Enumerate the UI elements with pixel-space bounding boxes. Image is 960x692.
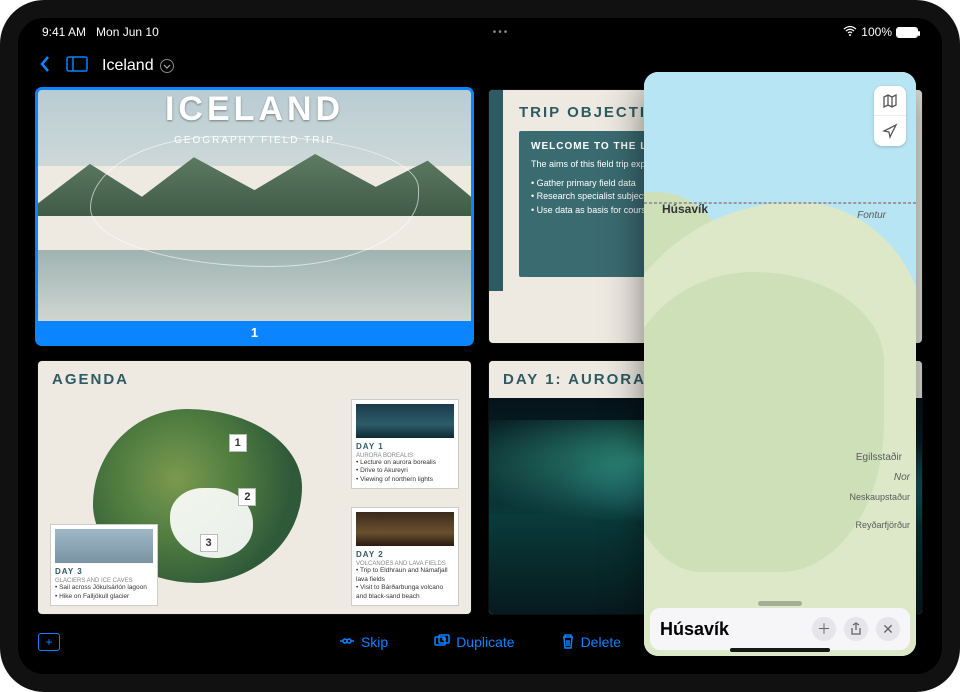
map-label-neskaup: Neskaupstaður xyxy=(849,492,910,502)
skip-icon xyxy=(339,634,355,651)
duplicate-icon xyxy=(434,634,450,651)
maps-place-sheet[interactable]: Húsavík ＋ ✕ xyxy=(650,608,910,650)
ipad-frame: 9:41 AM Mon Jun 10 ••• 100% Iceland xyxy=(0,0,960,692)
add-slide-button[interactable]: + xyxy=(38,633,60,651)
agenda-item: Trip to Eldhraun and Námafjall lava fiel… xyxy=(356,567,454,584)
map-mode-button[interactable] xyxy=(874,86,906,116)
agenda-item: Lecture on aurora borealis xyxy=(356,459,454,467)
agenda-item: Sail across Jökulsárlón lagoon xyxy=(55,584,153,592)
sheet-grabber[interactable] xyxy=(758,601,802,606)
battery-pct: 100% xyxy=(861,25,892,39)
map-label-fontur: Fontur xyxy=(857,210,886,221)
map-label-husavik: Húsavík xyxy=(662,202,708,216)
map-label-reydarfj: Reyðarfjörður xyxy=(855,520,910,530)
locate-me-button[interactable] xyxy=(874,116,906,146)
delete-label: Delete xyxy=(581,634,621,650)
status-bar: 9:41 AM Mon Jun 10 ••• 100% xyxy=(18,18,942,46)
trash-icon xyxy=(561,633,575,652)
agenda-day3-title: DAY 3 xyxy=(55,567,153,576)
slide-1-title: ICELAND xyxy=(165,90,344,129)
duplicate-button[interactable]: Duplicate xyxy=(434,633,514,652)
agenda-pin: 2 xyxy=(238,488,256,506)
slide-3-heading: AGENDA xyxy=(52,371,457,388)
map-label-egilsstadir: Egilsstaðir xyxy=(856,452,902,463)
battery-icon xyxy=(896,27,918,38)
document-title-text: Iceland xyxy=(102,57,154,75)
status-time: 9:41 AM xyxy=(42,25,86,39)
agenda-item: Viewing of northern lights xyxy=(356,476,454,484)
close-button[interactable]: ✕ xyxy=(876,617,900,641)
slide-3[interactable]: AGENDA 1 2 3 DAY 1 AURORA BOREALIS Lectu… xyxy=(38,361,471,614)
status-date: Mon Jun 10 xyxy=(96,25,159,39)
add-place-button[interactable]: ＋ xyxy=(812,617,836,641)
sidebar-toggle-icon[interactable] xyxy=(66,56,88,77)
wifi-icon xyxy=(843,25,857,39)
map-controls xyxy=(874,86,906,146)
document-title[interactable]: Iceland xyxy=(102,57,174,75)
skip-button[interactable]: Skip xyxy=(339,633,388,652)
slide-number: 1 xyxy=(38,321,471,343)
slide-1[interactable]: ICELAND GEOGRAPHY FIELD TRIP 1 xyxy=(38,90,471,343)
agenda-day2-card: DAY 2 VOLCANOES AND LAVA FIELDS Trip to … xyxy=(351,507,459,606)
duplicate-label: Duplicate xyxy=(456,634,514,650)
share-button[interactable] xyxy=(844,617,868,641)
agenda-item: Hike on Falljökull glacier xyxy=(55,593,153,601)
agenda-day2-title: DAY 2 xyxy=(356,550,454,559)
home-indicator[interactable] xyxy=(730,648,830,652)
agenda-day1-card: DAY 1 AURORA BOREALIS Lecture on aurora … xyxy=(351,399,459,489)
agenda-pin: 3 xyxy=(200,534,218,552)
multitask-dots[interactable]: ••• xyxy=(159,27,844,38)
map-label-nor: Nor xyxy=(894,472,910,483)
skip-label: Skip xyxy=(361,634,388,650)
agenda-item: Drive to Akureyri xyxy=(356,467,454,475)
chevron-down-icon[interactable] xyxy=(160,59,174,73)
agenda-day1-title: DAY 1 xyxy=(356,442,454,451)
slide-1-subtitle: GEOGRAPHY FIELD TRIP xyxy=(174,135,335,146)
place-title: Húsavík xyxy=(660,619,804,640)
maps-slideover-panel[interactable]: ••• Húsavík Fontur Egilsstaðir Nor Neska… xyxy=(644,72,916,656)
agenda-item: Visit to Bárðarbunga volcano and black-s… xyxy=(356,584,454,601)
back-button[interactable] xyxy=(38,54,52,79)
agenda-pin: 1 xyxy=(229,434,247,452)
agenda-day3-card: DAY 3 GLACIERS AND ICE CAVES Sail across… xyxy=(50,524,158,606)
delete-button[interactable]: Delete xyxy=(561,633,621,652)
